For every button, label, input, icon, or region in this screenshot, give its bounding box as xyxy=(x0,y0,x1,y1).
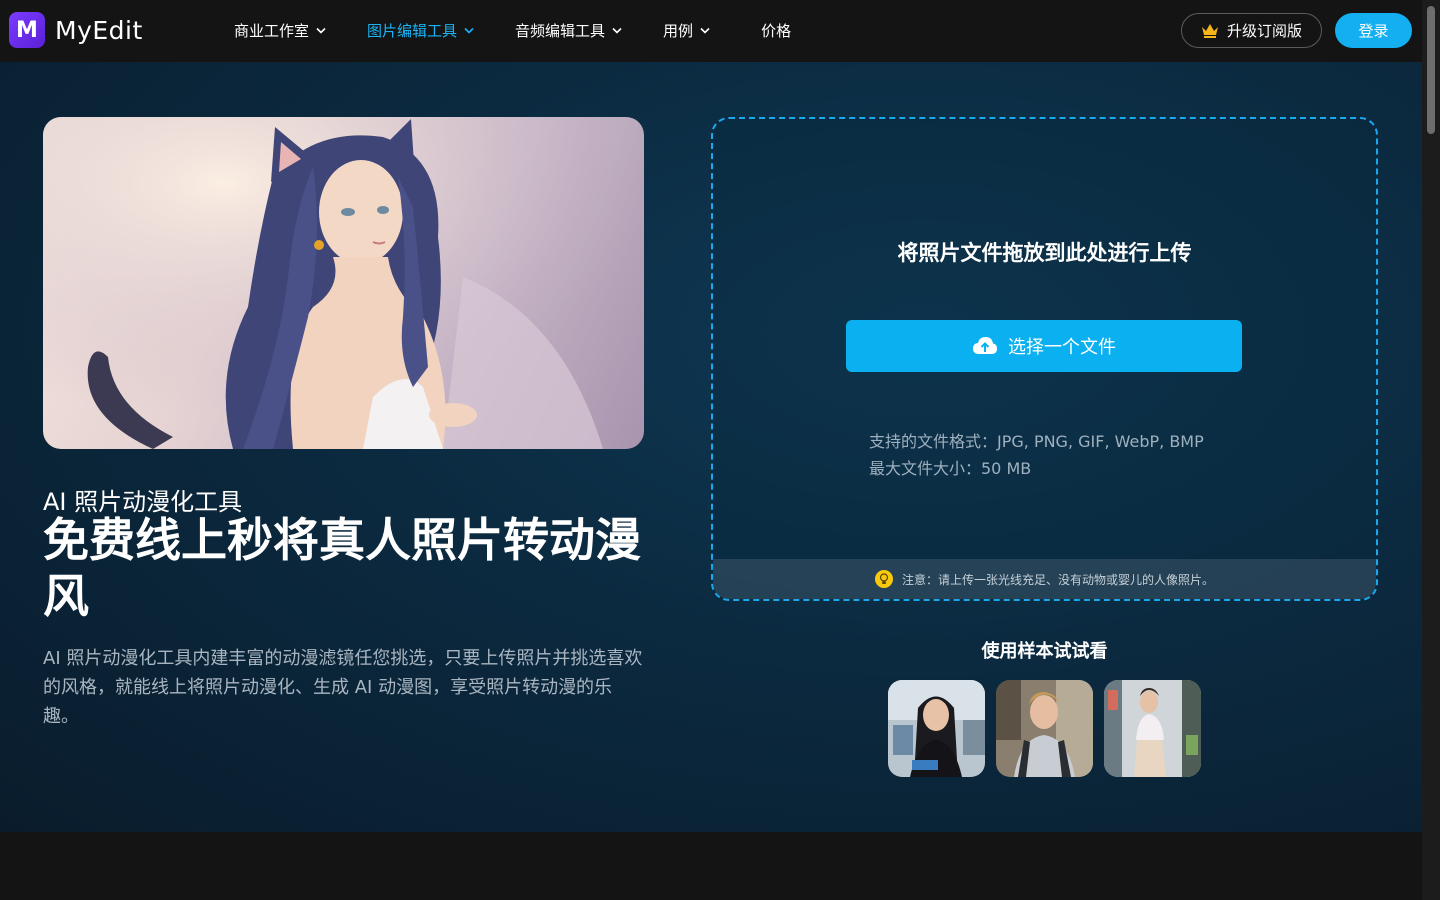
hero-section: AI 照片动漫化工具 免费线上秒将真人照片转动漫风 AI 照片动漫化工具内建丰富… xyxy=(0,62,1422,832)
top-nav: M MyEdit 商业工作室 图片编辑工具 音频编辑工具 用例 价格 升级订阅版… xyxy=(0,0,1422,62)
menu-item-label: 商业工作室 xyxy=(234,21,310,40)
upgrade-label: 升级订阅版 xyxy=(1226,22,1302,40)
upgrade-button[interactable]: 升级订阅版 xyxy=(1181,13,1322,48)
menu-item-pricing[interactable]: 价格 xyxy=(761,19,791,41)
logo-text: MyEdit xyxy=(55,15,143,45)
choose-file-label: 选择一个文件 xyxy=(1008,337,1116,358)
chevron-down-icon xyxy=(316,26,326,35)
choose-file-button[interactable]: 选择一个文件 xyxy=(846,320,1242,372)
sample-image-man-backpack[interactable] xyxy=(996,680,1093,777)
samples-title: 使用样本试试看 xyxy=(981,641,1108,662)
upload-note: 注意：请上传一张光线充足、没有动物或婴儿的人像照片。 xyxy=(901,572,1214,587)
menu-item-audio-tools[interactable]: 音频编辑工具 xyxy=(515,19,622,41)
main-menu: 商业工作室 图片编辑工具 音频编辑工具 用例 价格 xyxy=(234,19,833,41)
sample-list xyxy=(888,680,1212,777)
menu-item-use-cases[interactable]: 用例 xyxy=(663,19,710,41)
upload-title: 将照片文件拖放到此处进行上传 xyxy=(897,241,1192,265)
menu-item-photo-tools[interactable]: 图片编辑工具 xyxy=(367,19,474,41)
menu-item-label: 用例 xyxy=(663,21,694,40)
lightbulb-icon xyxy=(874,570,893,588)
hero-description: AI 照片动漫化工具内建丰富的动漫滤镜任您挑选，只要上传照片并挑选喜欢的风格，就… xyxy=(43,648,643,727)
menu-item-label: 音频编辑工具 xyxy=(515,21,606,40)
sample-image-woman-office[interactable] xyxy=(888,680,985,777)
menu-item-label: 图片编辑工具 xyxy=(367,21,458,40)
sample-image-woman-store[interactable] xyxy=(1104,680,1201,777)
upload-dropzone[interactable]: 将照片文件拖放到此处进行上传 选择一个文件 支持的文件格式：JPG, PNG, … xyxy=(711,117,1378,601)
chevron-down-icon xyxy=(612,26,622,35)
file-format-info: 支持的文件格式：JPG, PNG, GIF, WebP, BMP 最大文件大小：… xyxy=(869,428,1204,482)
crown-icon xyxy=(1201,23,1219,38)
scrollbar-thumb[interactable] xyxy=(1427,6,1435,134)
page-scrollbar[interactable] xyxy=(1422,0,1440,900)
login-button[interactable]: 登录 xyxy=(1335,13,1412,48)
menu-item-label: 价格 xyxy=(761,21,792,40)
supported-formats: 支持的文件格式：JPG, PNG, GIF, WebP, BMP xyxy=(869,432,1204,451)
logo-icon: M xyxy=(9,12,45,48)
cloud-upload-icon xyxy=(972,336,998,356)
logo[interactable]: M MyEdit xyxy=(9,12,143,48)
hero-anime-image xyxy=(43,117,644,449)
upload-note-bar: 注意：请上传一张光线充足、没有动物或婴儿的人像照片。 xyxy=(713,559,1376,599)
chevron-down-icon xyxy=(700,26,710,35)
menu-item-business-studio[interactable]: 商业工作室 xyxy=(234,19,326,41)
max-file-size: 最大文件大小：50 MB xyxy=(869,459,1032,478)
hero-headline: 免费线上秒将真人照片转动漫风 xyxy=(43,513,641,623)
chevron-down-icon xyxy=(464,26,474,35)
